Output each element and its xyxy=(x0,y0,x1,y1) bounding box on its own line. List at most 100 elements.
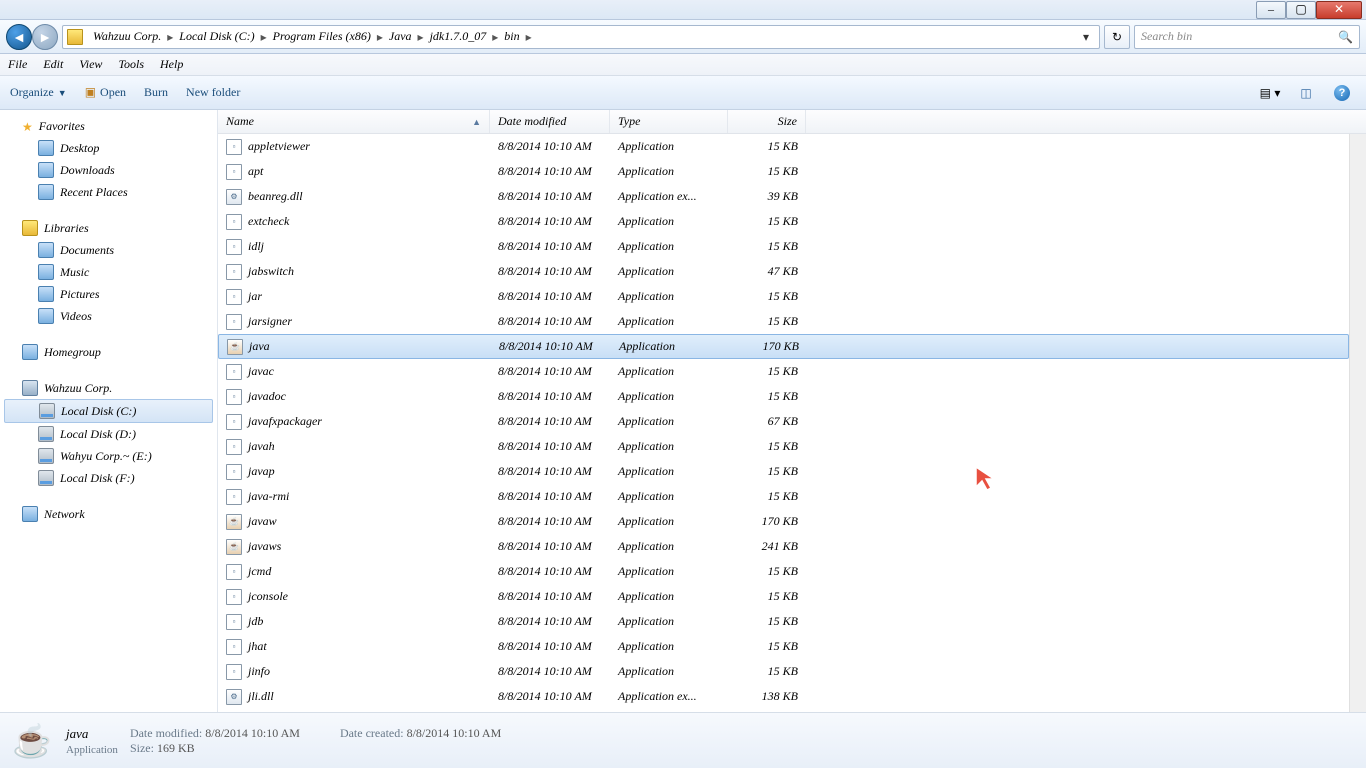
sidebar-head[interactable]: Network xyxy=(0,503,217,525)
breadcrumb-item[interactable]: bin xyxy=(500,29,523,44)
file-icon: ▫ xyxy=(226,164,242,180)
table-row[interactable]: ▫javafxpackager8/8/2014 10:10 AMApplicat… xyxy=(218,409,1349,434)
search-input[interactable]: Search bin 🔍 xyxy=(1134,25,1360,49)
file-date: 8/8/2014 10:10 AM xyxy=(490,389,610,404)
file-icon: ⚙ xyxy=(226,189,242,205)
breadcrumb-item[interactable]: Java xyxy=(385,29,416,44)
table-row[interactable]: ▫idlj8/8/2014 10:10 AMApplication15 KB xyxy=(218,234,1349,259)
breadcrumb-item[interactable]: Wahzuu Corp. xyxy=(89,29,165,44)
file-type: Application xyxy=(610,164,728,179)
file-name: beanreg.dll xyxy=(248,189,303,204)
breadcrumb-item[interactable]: jdk1.7.0_07 xyxy=(426,29,491,44)
table-row[interactable]: ▫javac8/8/2014 10:10 AMApplication15 KB xyxy=(218,359,1349,384)
file-date: 8/8/2014 10:10 AM xyxy=(490,289,610,304)
breadcrumb: Wahzuu Corp.▸Local Disk (C:)▸Program Fil… xyxy=(89,29,534,44)
table-row[interactable]: ⚙beanreg.dll8/8/2014 10:10 AMApplication… xyxy=(218,184,1349,209)
file-size: 15 KB xyxy=(728,564,806,579)
file-name: extcheck xyxy=(248,214,289,229)
sidebar-item[interactable]: Local Disk (F:) xyxy=(0,467,217,489)
file-type: Application xyxy=(610,664,728,679)
file-name: idlj xyxy=(248,239,264,254)
address-bar[interactable]: Wahzuu Corp.▸Local Disk (C:)▸Program Fil… xyxy=(62,25,1100,49)
column-type[interactable]: Type xyxy=(610,110,728,133)
breadcrumb-item[interactable]: Program Files (x86) xyxy=(269,29,375,44)
table-row[interactable]: ▫extcheck8/8/2014 10:10 AMApplication15 … xyxy=(218,209,1349,234)
newfolder-button[interactable]: New folder xyxy=(186,85,240,100)
table-row[interactable]: ▫javah8/8/2014 10:10 AMApplication15 KB xyxy=(218,434,1349,459)
file-name: jhat xyxy=(248,639,267,654)
preview-pane-button[interactable]: ◫ xyxy=(1292,82,1320,104)
help-button[interactable]: ? xyxy=(1328,82,1356,104)
view-options-button[interactable]: ▤ ▾ xyxy=(1256,82,1284,104)
sidebar-head[interactable]: Wahzuu Corp. xyxy=(0,377,217,399)
file-name: javac xyxy=(248,364,274,379)
table-row[interactable]: ▫jcmd8/8/2014 10:10 AMApplication15 KB xyxy=(218,559,1349,584)
menu-tools[interactable]: Tools xyxy=(118,57,144,72)
sidebar-head[interactable]: Libraries xyxy=(0,217,217,239)
table-row[interactable]: ▫jabswitch8/8/2014 10:10 AMApplication47… xyxy=(218,259,1349,284)
sidebar-item[interactable]: Music xyxy=(0,261,217,283)
column-name[interactable]: Name▲ xyxy=(218,110,490,133)
sidebar-item[interactable]: Recent Places xyxy=(0,181,217,203)
column-date[interactable]: Date modified xyxy=(490,110,610,133)
sidebar-item[interactable]: Local Disk (D:) xyxy=(0,423,217,445)
table-row[interactable]: ☕javaw8/8/2014 10:10 AMApplication170 KB xyxy=(218,509,1349,534)
file-name: apt xyxy=(248,164,263,179)
file-date: 8/8/2014 10:10 AM xyxy=(490,139,610,154)
file-type: Application xyxy=(610,364,728,379)
close-button[interactable]: ✕ xyxy=(1316,1,1362,19)
sidebar-item[interactable]: Videos xyxy=(0,305,217,327)
sidebar-head[interactable]: Homegroup xyxy=(0,341,217,363)
menu-help[interactable]: Help xyxy=(160,57,183,72)
sidebar-item[interactable]: Downloads xyxy=(0,159,217,181)
sidebar-item[interactable]: Wahyu Corp.~ (E:) xyxy=(0,445,217,467)
sidebar-head[interactable]: ★Favorites xyxy=(0,116,217,137)
column-size[interactable]: Size xyxy=(728,110,806,133)
scrollbar[interactable] xyxy=(1349,134,1366,712)
open-button[interactable]: ▣ Open xyxy=(85,85,126,100)
address-dropdown[interactable]: ▾ xyxy=(1077,30,1095,44)
table-row[interactable]: ▫java-rmi8/8/2014 10:10 AMApplication15 … xyxy=(218,484,1349,509)
table-row[interactable]: ▫jhat8/8/2014 10:10 AMApplication15 KB xyxy=(218,634,1349,659)
table-row[interactable]: ▫jdb8/8/2014 10:10 AMApplication15 KB xyxy=(218,609,1349,634)
table-row[interactable]: ⚙jli.dll8/8/2014 10:10 AMApplication ex.… xyxy=(218,684,1349,709)
file-icon: ▫ xyxy=(226,464,242,480)
table-row[interactable]: ▫jconsole8/8/2014 10:10 AMApplication15 … xyxy=(218,584,1349,609)
breadcrumb-item[interactable]: Local Disk (C:) xyxy=(175,29,258,44)
table-row[interactable]: ☕javaws8/8/2014 10:10 AMApplication241 K… xyxy=(218,534,1349,559)
file-date: 8/8/2014 10:10 AM xyxy=(490,514,610,529)
table-row[interactable]: ▫apt8/8/2014 10:10 AMApplication15 KB xyxy=(218,159,1349,184)
table-row[interactable]: ▫javap8/8/2014 10:10 AMApplication15 KB xyxy=(218,459,1349,484)
table-row[interactable]: ▫javadoc8/8/2014 10:10 AMApplication15 K… xyxy=(218,384,1349,409)
table-row[interactable]: ▫appletviewer8/8/2014 10:10 AMApplicatio… xyxy=(218,134,1349,159)
sidebar-item[interactable]: Pictures xyxy=(0,283,217,305)
file-size: 15 KB xyxy=(728,664,806,679)
details-filename: java xyxy=(66,726,118,742)
refresh-button[interactable]: ↻ xyxy=(1104,25,1130,49)
burn-button[interactable]: Burn xyxy=(144,85,168,100)
file-date: 8/8/2014 10:10 AM xyxy=(490,264,610,279)
navigation-sidebar: ★FavoritesDesktopDownloadsRecent Places L… xyxy=(0,110,218,712)
file-date: 8/8/2014 10:10 AM xyxy=(490,164,610,179)
table-row[interactable]: ▫jinfo8/8/2014 10:10 AMApplication15 KB xyxy=(218,659,1349,684)
organize-button[interactable]: Organize ▼ xyxy=(10,85,67,100)
file-date: 8/8/2014 10:10 AM xyxy=(490,189,610,204)
sidebar-item[interactable]: Local Disk (C:) xyxy=(4,399,213,423)
file-name: javaws xyxy=(248,539,281,554)
sidebar-item[interactable]: Desktop xyxy=(0,137,217,159)
table-row[interactable]: ▫jar8/8/2014 10:10 AMApplication15 KB xyxy=(218,284,1349,309)
file-name: javafxpackager xyxy=(248,414,322,429)
menu-file[interactable]: File xyxy=(8,57,27,72)
minimize-button[interactable]: – xyxy=(1256,1,1286,19)
menu-edit[interactable]: Edit xyxy=(43,57,63,72)
forward-button[interactable]: ► xyxy=(32,24,58,50)
table-row[interactable]: ▫jarsigner8/8/2014 10:10 AMApplication15… xyxy=(218,309,1349,334)
menu-view[interactable]: View xyxy=(79,57,102,72)
table-row[interactable]: ☕java8/8/2014 10:10 AMApplication170 KB xyxy=(218,334,1349,359)
sidebar-item[interactable]: Documents xyxy=(0,239,217,261)
file-name: javah xyxy=(248,439,275,454)
file-size: 15 KB xyxy=(728,364,806,379)
back-button[interactable]: ◄ xyxy=(6,24,32,50)
maximize-button[interactable]: ▢ xyxy=(1286,1,1316,19)
file-type: Application xyxy=(610,289,728,304)
